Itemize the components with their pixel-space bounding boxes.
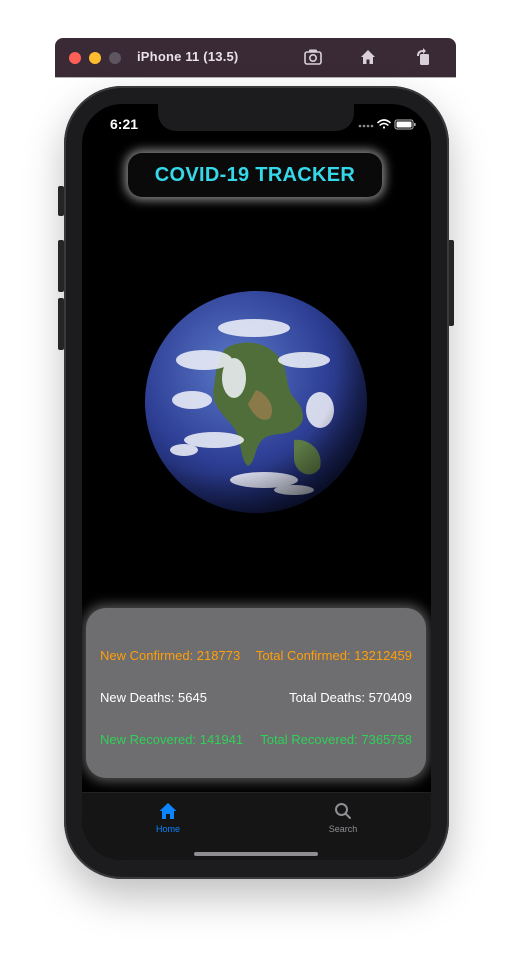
minimize-window-button[interactable] xyxy=(89,52,101,64)
cellular-signal-icon xyxy=(358,124,374,128)
home-indicator[interactable] xyxy=(194,852,318,856)
total-deaths-stat: Total Deaths: 570409 xyxy=(289,690,412,705)
tab-search[interactable]: Search xyxy=(303,801,383,834)
earth-globe-image xyxy=(145,291,367,513)
new-deaths-stat: New Deaths: 5645 xyxy=(100,690,207,705)
magnifier-icon xyxy=(335,803,351,819)
total-confirmed-stat: Total Confirmed: 13212459 xyxy=(255,648,412,663)
app-title-banner: COVID-19 TRACKER xyxy=(128,153,382,197)
tab-search-label: Search xyxy=(328,824,358,834)
rotate-icon[interactable] xyxy=(413,47,433,67)
zoom-window-button[interactable] xyxy=(109,52,121,64)
status-icons xyxy=(358,119,416,130)
tab-bar: Home Search xyxy=(82,792,431,860)
status-time: 6:21 xyxy=(110,116,139,132)
simulator-device-title: iPhone 11 (13.5) xyxy=(137,49,239,64)
wifi-icon xyxy=(377,119,391,129)
notch xyxy=(158,104,354,131)
home-icon[interactable] xyxy=(358,47,378,67)
battery-icon xyxy=(394,119,416,130)
new-confirmed-stat: New Confirmed: 218773 xyxy=(100,648,241,663)
tab-home[interactable]: Home xyxy=(128,801,208,834)
tab-home-label: Home xyxy=(155,824,180,834)
phone-screen: 6:21 COVID-19 TRACKER New Confirmed: 218… xyxy=(82,104,431,860)
screenshot-icon[interactable] xyxy=(303,47,323,67)
stats-card: New Confirmed: 218773 Total Confirmed: 1… xyxy=(86,608,426,778)
house-icon xyxy=(159,803,177,819)
total-recovered-stat: Total Recovered: 7365758 xyxy=(260,732,412,747)
close-window-button[interactable] xyxy=(69,52,81,64)
simulator-titlebar: iPhone 11 (13.5) xyxy=(55,38,456,77)
new-recovered-stat: New Recovered: 141941 xyxy=(100,732,244,747)
app-title: COVID-19 TRACKER xyxy=(154,163,356,186)
